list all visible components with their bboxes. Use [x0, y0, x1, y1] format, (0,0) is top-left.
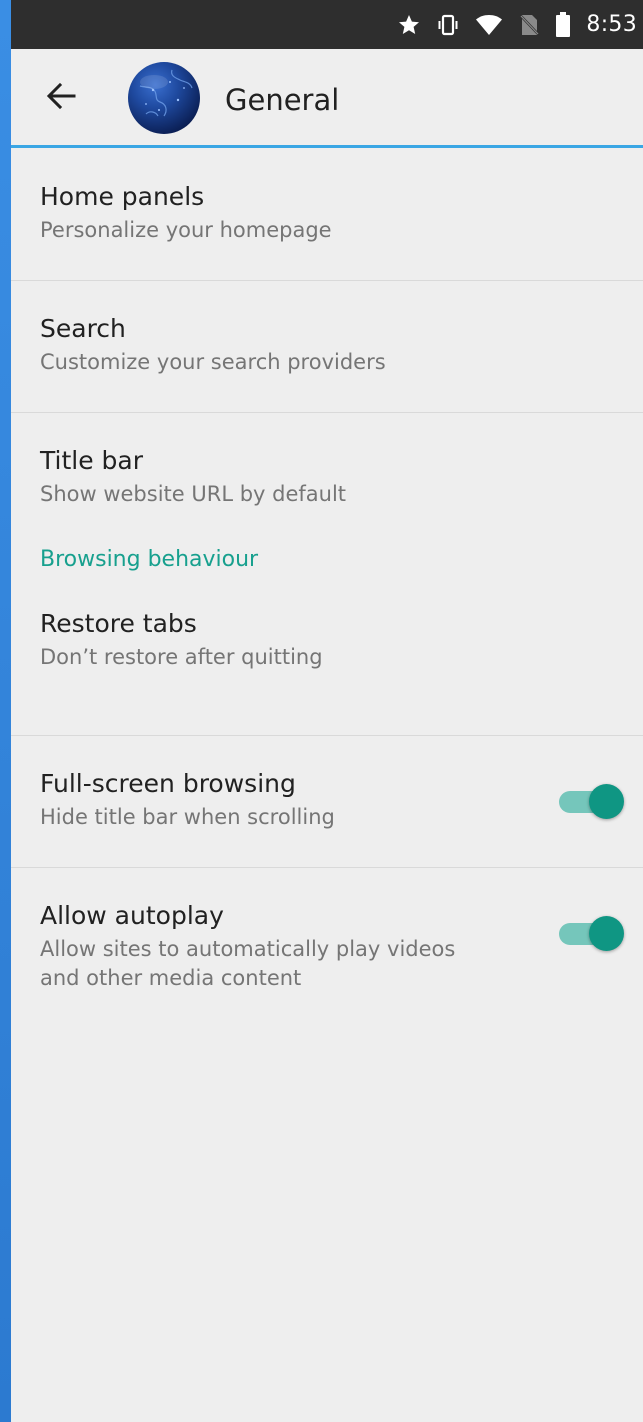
pref-summary: Hide title bar when scrolling: [40, 805, 335, 829]
app-screen: 8:53 General Home panels Personalize you…: [11, 0, 643, 1422]
pref-summary: Personalize your homepage: [40, 218, 332, 242]
status-icons: 8:53: [397, 0, 637, 49]
pref-summary-line: and other media content: [40, 966, 302, 990]
toggle-thumb: [589, 784, 624, 819]
pref-full-screen-browsing[interactable]: Full-screen browsing Hide title bar when…: [11, 736, 643, 867]
pref-summary: Customize your search providers: [40, 350, 386, 374]
pref-search[interactable]: Search Customize your search providers: [11, 281, 643, 412]
pref-allow-autoplay[interactable]: Allow autoplay Allow sites to automatica…: [11, 868, 643, 1018]
arrow-left-icon: [44, 79, 78, 117]
pref-home-panels[interactable]: Home panels Personalize your homepage: [11, 148, 643, 280]
pref-title: Allow autoplay: [40, 901, 224, 930]
autoplay-toggle[interactable]: [559, 913, 624, 953]
pref-summary: Don’t restore after quitting: [40, 645, 323, 669]
pref-summary: Allow sites to automatically play videos…: [40, 935, 643, 993]
pref-title: Full-screen browsing: [40, 769, 296, 798]
device-frame: 8:53 General Home panels Personalize you…: [0, 0, 643, 1422]
vibrate-icon: [436, 13, 460, 37]
pref-summary: Show website URL by default: [40, 482, 347, 506]
pref-restore-tabs[interactable]: Restore tabs Don’t restore after quittin…: [11, 585, 643, 735]
category-browsing-behaviour: Browsing behaviour: [40, 547, 259, 572]
pref-title: Search: [40, 314, 126, 343]
wifi-icon: [475, 13, 503, 37]
status-bar: 8:53: [11, 0, 643, 49]
no-sim-icon: [518, 13, 541, 37]
toggle-thumb: [589, 916, 624, 951]
page-title: General: [225, 83, 340, 117]
pref-title-bar[interactable]: Title bar Show website URL by default: [11, 413, 643, 545]
pref-summary-line: Allow sites to automatically play videos: [40, 937, 456, 961]
toolbar: General: [11, 49, 643, 146]
pref-title: Title bar: [40, 446, 143, 475]
preferences-list: Home panels Personalize your homepage Se…: [11, 148, 643, 1018]
pref-title: Home panels: [40, 182, 205, 211]
battery-icon: [555, 11, 571, 38]
status-time: 8:53: [586, 12, 637, 37]
full-screen-toggle[interactable]: [559, 781, 624, 821]
firefox-globe-logo: [126, 60, 202, 136]
back-button[interactable]: [35, 72, 87, 124]
pref-title: Restore tabs: [40, 609, 197, 638]
star-icon: [397, 13, 421, 37]
